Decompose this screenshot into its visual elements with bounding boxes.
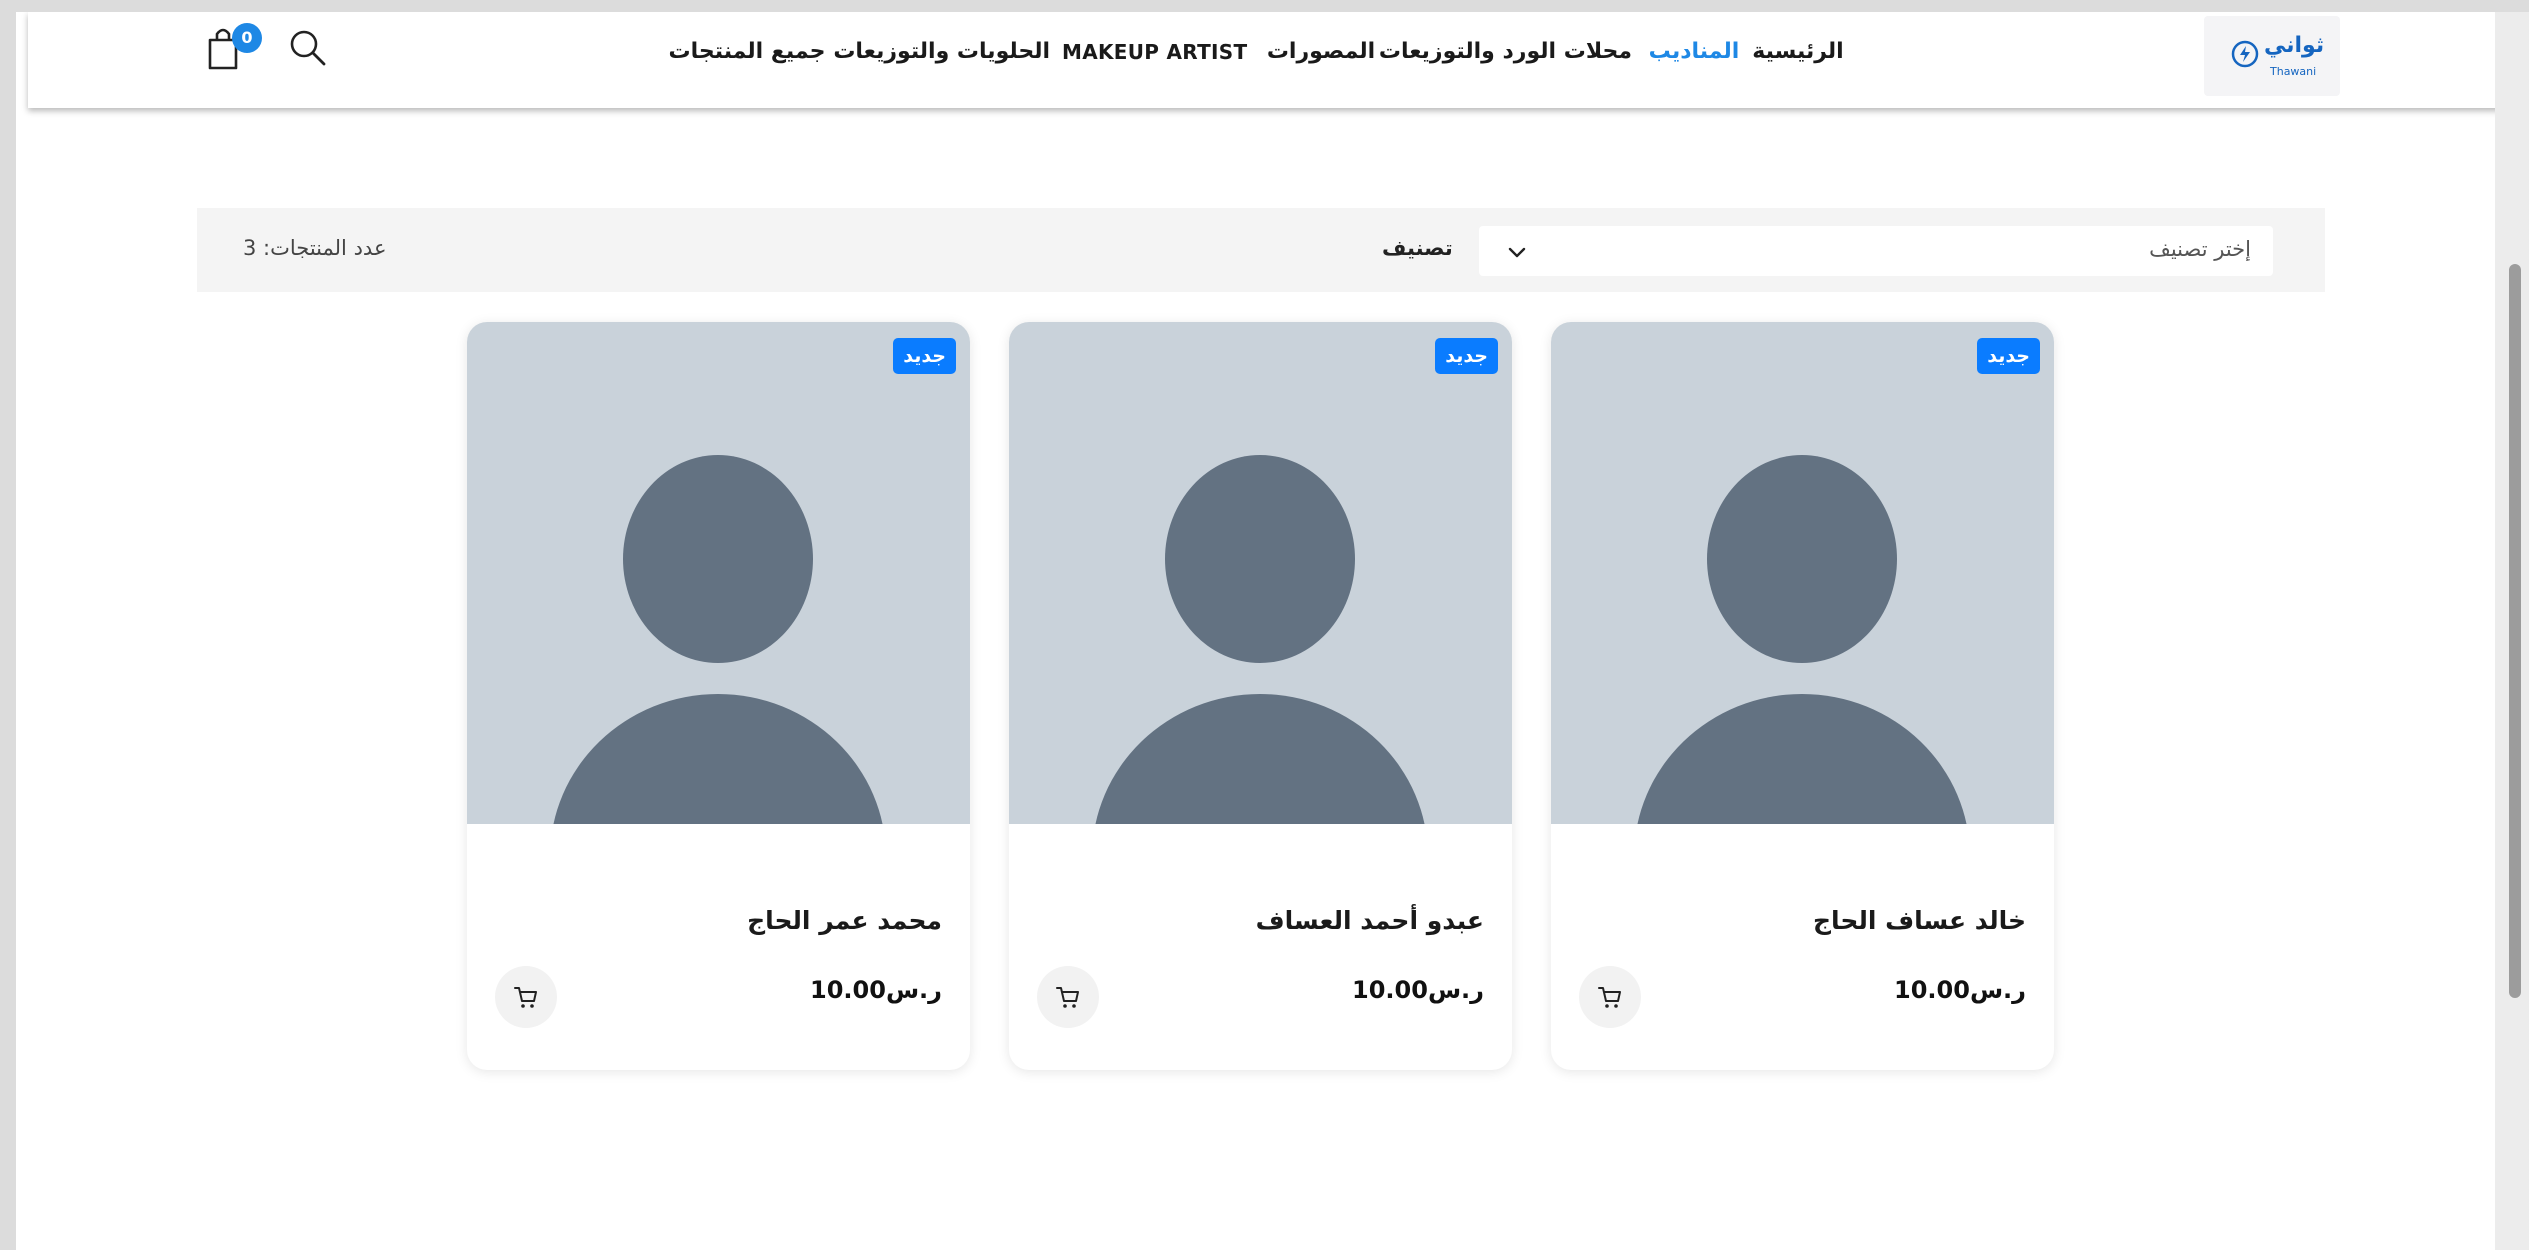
lightning-logo-icon xyxy=(2231,40,2259,68)
cart-count-badge: 0 xyxy=(232,23,262,53)
scrollbar-thumb[interactable] xyxy=(2509,264,2521,998)
logo-arabic-text: ثواني xyxy=(2264,33,2325,58)
product-name[interactable]: محمد عمر الحاج xyxy=(747,906,942,935)
cart-icon xyxy=(514,987,537,1008)
nav-home[interactable]: الرئيسية xyxy=(1742,32,1854,72)
add-to-cart-button[interactable] xyxy=(495,966,557,1028)
site-logo[interactable]: ثواني Thawani xyxy=(2204,16,2340,96)
product-count: عدد المنتجات: 3 xyxy=(243,236,387,260)
category-filter-label: تصنيف xyxy=(1382,236,1453,260)
nav-photographers[interactable]: المصورات xyxy=(1262,32,1380,72)
add-to-cart-button[interactable] xyxy=(1037,966,1099,1028)
nav-all-products[interactable]: جميع المنتجات xyxy=(668,32,826,72)
product-price: 10.00ر.س xyxy=(1352,976,1484,1004)
product-image-placeholder[interactable]: جديد xyxy=(1551,322,2054,824)
logo-english-text: Thawani xyxy=(2270,65,2317,78)
product-image-placeholder[interactable]: جديد xyxy=(467,322,970,824)
page: ثواني Thawani الرئيسية المناديب محلات ال… xyxy=(16,12,2504,1250)
new-badge: جديد xyxy=(893,338,956,374)
new-badge: جديد xyxy=(1435,338,1498,374)
product-card[interactable]: جديد عبدو أحمد العساف 10.00ر.س xyxy=(1009,322,1512,1070)
product-name[interactable]: خالد عساف الحاج xyxy=(1813,906,2026,935)
category-select-placeholder: إختر تصنيف xyxy=(2149,237,2251,261)
category-select[interactable]: إختر تصنيف xyxy=(1479,226,2273,276)
nav-delegates[interactable]: المناديب xyxy=(1646,32,1742,72)
avatar-placeholder-icon xyxy=(1637,455,1967,824)
filter-bar: عدد المنتجات: 3 تصنيف إختر تصنيف xyxy=(197,208,2325,292)
chevron-down-icon xyxy=(1508,247,1526,258)
avatar-placeholder-icon xyxy=(1095,455,1425,824)
nav-sweets[interactable]: الحلويات والتوزيعات xyxy=(833,32,1050,72)
product-name[interactable]: عبدو أحمد العساف xyxy=(1256,906,1484,935)
avatar-placeholder-icon xyxy=(553,455,883,824)
cart-icon xyxy=(1598,987,1621,1008)
product-card[interactable]: جديد محمد عمر الحاج 10.00ر.س xyxy=(467,322,970,1070)
product-price: 10.00ر.س xyxy=(810,976,942,1004)
search-icon[interactable] xyxy=(286,26,330,70)
product-image-placeholder[interactable]: جديد xyxy=(1009,322,1512,824)
product-price: 10.00ر.س xyxy=(1894,976,2026,1004)
cart-icon xyxy=(1056,987,1079,1008)
add-to-cart-button[interactable] xyxy=(1579,966,1641,1028)
site-header: ثواني Thawani الرئيسية المناديب محلات ال… xyxy=(28,12,2504,108)
nav-makeup-artist[interactable]: MAKEUP ARTIST xyxy=(1062,32,1247,72)
product-card[interactable]: جديد خالد عساف الحاج 10.00ر.س xyxy=(1551,322,2054,1070)
new-badge: جديد xyxy=(1977,338,2040,374)
nav-flower-shops[interactable]: محلات الورد والتوزيعات xyxy=(1379,32,1632,72)
